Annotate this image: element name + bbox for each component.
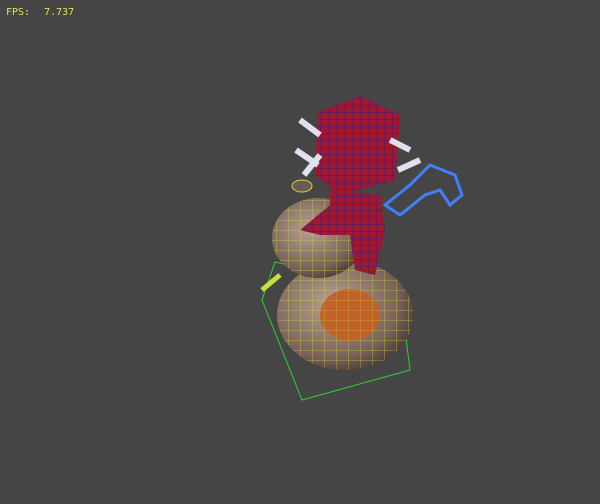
fps-counter: FPS: 7.737 [6, 7, 88, 18]
scene-model [260, 96, 464, 401]
fps-label: FPS: [6, 7, 31, 18]
claw-selected [382, 163, 464, 217]
gourd-handle [260, 273, 282, 292]
fps-value: 7.737 [44, 7, 75, 18]
gourd-neck [291, 179, 313, 193]
3d-viewport[interactable] [0, 0, 600, 500]
